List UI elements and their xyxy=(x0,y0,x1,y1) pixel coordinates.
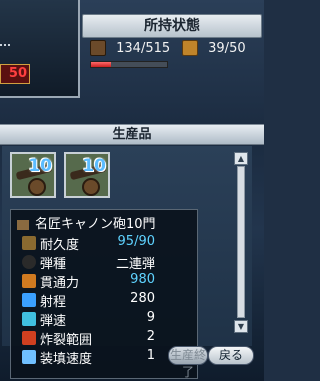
explosion-icon xyxy=(22,331,36,345)
cargo-chest-icon xyxy=(182,40,198,56)
stat-value: 1 xyxy=(146,348,155,363)
scroll-down-button[interactable]: ▼ xyxy=(234,320,248,333)
cannon-icon xyxy=(17,219,29,230)
stat-value: 二連弾 xyxy=(115,257,155,272)
hp-readout: 134/515 xyxy=(90,40,170,62)
scrollbar-track[interactable] xyxy=(237,166,245,318)
barrel-icon xyxy=(90,40,106,56)
status-title: 所持状態 xyxy=(82,14,262,38)
reload-icon xyxy=(22,350,36,364)
stat-speed: 弾速 9 xyxy=(11,310,197,329)
stat-value: 2 xyxy=(146,329,155,344)
stat-penetration: 貫通力 980 xyxy=(11,272,197,291)
product-count: 10 xyxy=(28,156,52,176)
item-name: 名匠キャノン砲10門 xyxy=(35,217,156,232)
range-icon xyxy=(22,293,36,307)
cargo-value: 39/50 xyxy=(208,40,246,56)
penetration-icon xyxy=(22,274,36,288)
stat-ammo-type: 弾種 二連弾 xyxy=(11,253,197,272)
tooltip-title: 名匠キャノン砲10門 xyxy=(17,213,156,232)
stat-durability: 耐久度 95/90 xyxy=(11,234,197,253)
stat-blast-radius: 炸裂範囲 2 xyxy=(11,329,197,348)
red-counter: 50 xyxy=(0,64,30,84)
end-production-button[interactable]: 生産終了 xyxy=(168,346,208,379)
product-count: 10 xyxy=(82,156,106,176)
decorative-dots xyxy=(0,44,10,52)
scroll-up-button[interactable]: ▲ xyxy=(234,152,248,165)
product-item-1[interactable]: 10 xyxy=(10,152,56,198)
hp-value: 134/515 xyxy=(116,40,171,56)
hp-bar-fill xyxy=(91,62,111,67)
stat-value: 980 xyxy=(130,272,155,287)
cannonball-icon xyxy=(22,255,36,269)
stat-label: 射程 xyxy=(40,295,67,310)
back-button[interactable]: 戻る xyxy=(208,346,254,365)
cargo-readout: 39/50 xyxy=(182,40,246,62)
product-item-2[interactable]: 10 xyxy=(64,152,110,198)
wheel-icon xyxy=(28,178,46,196)
speed-icon xyxy=(22,312,36,326)
stat-value: 280 xyxy=(130,291,155,306)
stat-label: 弾速 xyxy=(40,314,67,329)
wheel-icon xyxy=(82,178,100,196)
stat-label: 弾種 xyxy=(40,257,67,272)
stat-value: 95/90 xyxy=(117,234,155,249)
left-top-panel: 50 xyxy=(0,0,80,98)
stat-label: 貫通力 xyxy=(40,276,80,291)
stat-range: 射程 280 xyxy=(11,291,197,310)
durability-icon xyxy=(22,236,36,250)
production-title: 生産品 xyxy=(0,124,264,145)
hp-bar xyxy=(90,61,168,68)
stat-label: 耐久度 xyxy=(40,238,80,253)
stat-value: 9 xyxy=(146,310,155,325)
